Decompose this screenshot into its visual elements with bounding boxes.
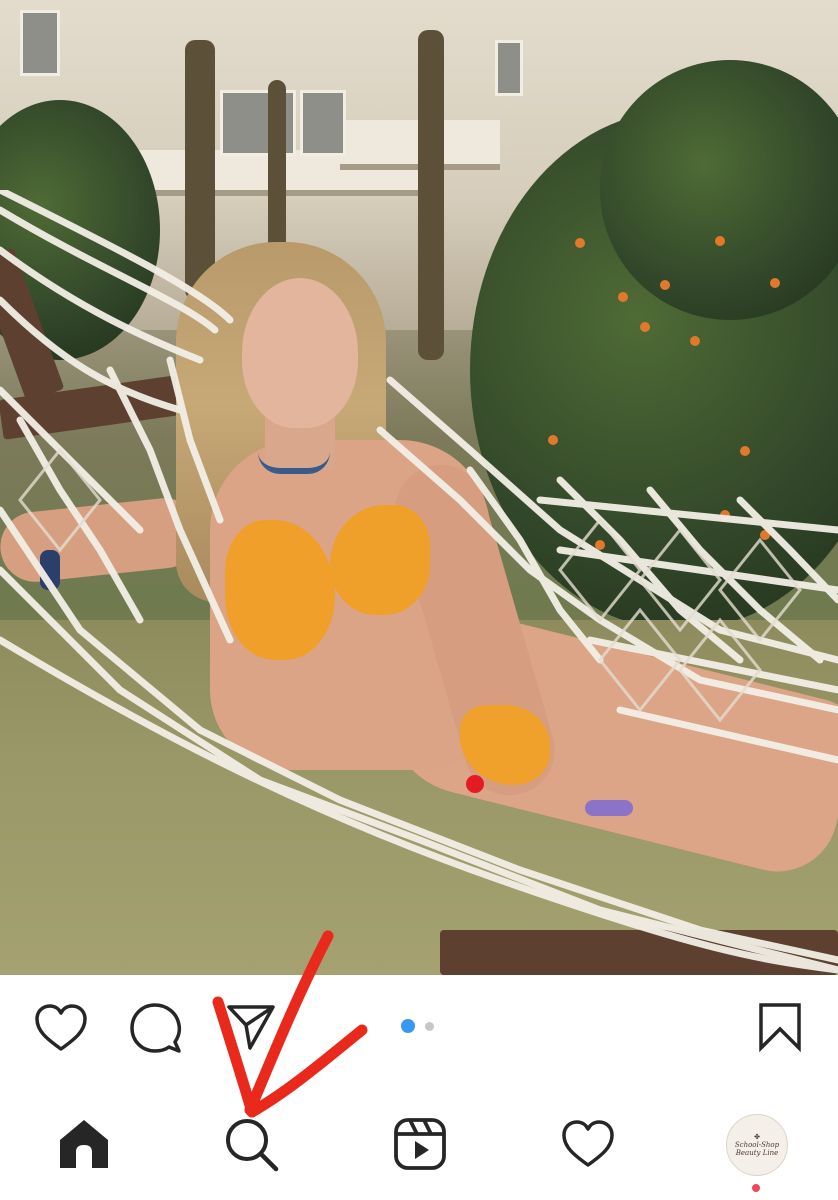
nav-profile-avatar[interactable]: ✤ School-Shop Beauty Line [726,1114,788,1176]
avatar-logo-mark: ✤ [754,1133,760,1141]
profile-notification-dot [752,1184,760,1192]
photo-window [495,40,523,96]
bookmark-icon [757,1002,803,1052]
photo-window [300,90,346,156]
heart-icon [33,1003,89,1053]
tag-indicator-dot[interactable] [466,775,484,793]
comment-button[interactable] [129,1002,183,1056]
post-photo[interactable] [0,0,838,975]
carousel-dot-active [401,1019,415,1033]
carousel-dot [425,1022,434,1031]
heart-icon [560,1119,616,1169]
like-button[interactable] [33,1003,89,1053]
comment-bubble-icon [129,1002,183,1056]
search-icon [224,1117,280,1173]
reels-icon [393,1117,447,1171]
share-button[interactable] [226,1003,276,1051]
home-icon [57,1118,111,1170]
nav-reels-button[interactable] [393,1117,447,1171]
photo-window [20,10,60,76]
post-action-bar [0,975,838,1075]
instagram-post-screen: ✤ School-Shop Beauty Line [0,0,838,1200]
nav-search-button[interactable] [224,1117,280,1173]
nav-home-button[interactable] [57,1118,111,1170]
paper-plane-icon [226,1003,276,1051]
hammock-net [0,190,838,974]
nav-activity-button[interactable] [560,1119,616,1169]
save-button[interactable] [757,1002,803,1052]
avatar-logo-text: School-Shop Beauty Line [734,1140,780,1157]
